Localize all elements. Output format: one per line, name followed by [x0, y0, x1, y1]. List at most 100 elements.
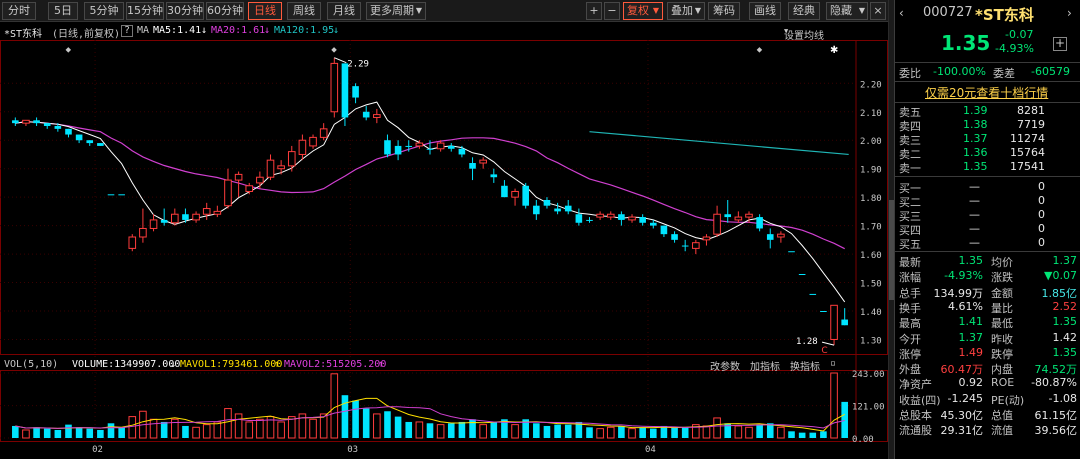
- classic-button[interactable]: 经典: [788, 2, 820, 20]
- stat-label: 总股本: [899, 409, 932, 422]
- buy-volume: 0: [1038, 222, 1045, 235]
- price-tick-label: 2.10: [860, 109, 882, 119]
- ma20-arrow: ↓: [264, 25, 271, 36]
- candle-body-down: [724, 214, 732, 218]
- tab-daily[interactable]: 日线: [248, 2, 282, 20]
- tab-5day[interactable]: 5日: [48, 2, 78, 20]
- sell-volume: 11274: [1010, 132, 1045, 145]
- volume-bar-down: [182, 425, 189, 438]
- zoom-in-button[interactable]: +: [586, 2, 602, 20]
- stat-value: -4.93%: [944, 269, 983, 283]
- draw-line-button[interactable]: 画线: [749, 2, 781, 20]
- candle-body-up: [734, 216, 743, 221]
- candle-body-down: [533, 205, 540, 215]
- add-indicator-button[interactable]: 加指标: [750, 358, 780, 373]
- zoom-out-button[interactable]: −: [604, 2, 620, 20]
- hide-button[interactable]: 隐藏 ▼: [826, 2, 868, 20]
- volume-bar-up: [511, 424, 519, 439]
- vol-indicator-label: VOL(5,10): [4, 359, 59, 370]
- volume-bar-down: [649, 428, 657, 438]
- candle-body-down: [394, 145, 402, 155]
- volume-bar-up: [436, 424, 445, 439]
- stat-value: 60.47万: [940, 363, 984, 377]
- event-marker: ⬥: [331, 45, 337, 54]
- buy-row: 买二 — 0: [895, 194, 1080, 209]
- sell-price: 1.38: [963, 118, 988, 131]
- volume-bar-up: [830, 372, 838, 439]
- candle-body-up: [277, 165, 285, 170]
- volume-bar-down: [490, 421, 498, 438]
- volume-bar-down: [107, 423, 115, 438]
- tab-more-periods[interactable]: 更多周期 ▼: [366, 2, 426, 20]
- buy-volume: 0: [1038, 180, 1045, 193]
- chevron-down-icon: ▼: [694, 6, 701, 15]
- weibi-row: 委比 -100.00% 委差 -60579: [895, 65, 1080, 80]
- volume-bar-up: [330, 373, 339, 439]
- volume-bar-down: [564, 424, 572, 438]
- price-change-pct: -4.93%: [995, 42, 1034, 55]
- volume-bar-down: [586, 427, 593, 438]
- chevron-down-icon: ▼: [652, 6, 659, 15]
- chevron-down-icon: ▼: [415, 6, 422, 15]
- volume-bar-up: [202, 424, 211, 439]
- help-icon[interactable]: ?: [121, 25, 134, 37]
- high-annotation-line: [334, 57, 347, 64]
- tab-15min[interactable]: 15分钟: [126, 2, 164, 20]
- candle-body-down: [182, 214, 189, 220]
- volume-bar-down: [554, 424, 561, 438]
- chevron-left-icon[interactable]: ‹: [899, 6, 904, 20]
- tab-30min[interactable]: 30分钟: [166, 2, 204, 20]
- stat-value: ▼0.07: [1044, 269, 1077, 283]
- ma120-arrow: ↓: [333, 25, 340, 36]
- stat-value: 1.41: [958, 315, 984, 329]
- ma5-value: MA5:1.41: [153, 25, 202, 36]
- chips-button[interactable]: 筹码: [708, 2, 740, 20]
- tab-fenshi[interactable]: 分时: [2, 2, 36, 20]
- chevron-right-icon[interactable]: ›: [1067, 6, 1072, 20]
- volume-bar-down: [394, 416, 402, 438]
- sell-row: 卖一 1.35 17541: [895, 160, 1080, 175]
- buy-volume: 0: [1038, 194, 1045, 207]
- volume-bar-down: [341, 395, 349, 438]
- stat-label: PE(动): [991, 393, 1025, 407]
- stat-label: 外盘: [899, 363, 921, 377]
- stats-row: 涨幅 -4.93% 涨跌 ▼0.07: [895, 269, 1080, 284]
- fuquan-button[interactable]: 复权 ▼: [623, 2, 663, 20]
- add-watchlist-button[interactable]: +: [1053, 37, 1067, 51]
- tab-weekly[interactable]: 周线: [287, 2, 321, 20]
- level10-link[interactable]: 仅需20元查看十档行情: [925, 84, 1048, 101]
- candle-body-up: [692, 242, 700, 249]
- candle-body-down: [681, 245, 689, 247]
- sell-volume: 17541: [1010, 160, 1045, 173]
- overlay-button[interactable]: 叠加 ▼: [667, 2, 705, 20]
- candle-body-up: [245, 185, 254, 192]
- fuquan-label: 复权: [627, 4, 649, 17]
- tab-5min[interactable]: 5分钟: [84, 2, 124, 20]
- candle-body-up: [171, 213, 179, 224]
- stats-row: 换手 4.61% 量比 2.52: [895, 300, 1080, 315]
- volume-bar-up: [256, 418, 264, 439]
- volume-info-bar: VOL(5,10) VOLUME:1349907.000 ↓ MAVOL1:79…: [0, 357, 888, 373]
- candle-body-up: [287, 151, 296, 167]
- sell-row: 卖二 1.36 15764: [895, 146, 1080, 161]
- stat-value: -1.08: [1048, 391, 1077, 405]
- chevron-down-icon: ▼: [784, 27, 789, 35]
- switch-indicator-button[interactable]: 换指标: [790, 358, 820, 373]
- divider: [895, 62, 1080, 63]
- candlestick-chart[interactable]: 2.20 2.10 2.00 1.90 1.80 1.70 1.60 1.50 1.40 1.30…: [0, 0, 888, 459]
- candle-body-up: [606, 213, 615, 218]
- volume-bar-down: [841, 401, 848, 438]
- volume-bar-down: [820, 431, 827, 438]
- tab-monthly[interactable]: 月线: [327, 2, 361, 20]
- candle-body-down: [97, 143, 104, 146]
- volume-panel-close-icon[interactable]: ▫: [830, 358, 836, 369]
- stat-label: 总手: [899, 286, 921, 300]
- tab-60min[interactable]: 60分钟: [206, 2, 244, 20]
- candle-body-up: [479, 159, 487, 164]
- change-params-button[interactable]: 改参数: [710, 358, 740, 373]
- volume-bar-down: [97, 429, 104, 438]
- close-icon[interactable]: ×: [870, 2, 886, 20]
- candle-body-down: [788, 251, 795, 253]
- stat-label: 涨幅: [899, 271, 921, 285]
- stat-label: 量比: [991, 301, 1013, 315]
